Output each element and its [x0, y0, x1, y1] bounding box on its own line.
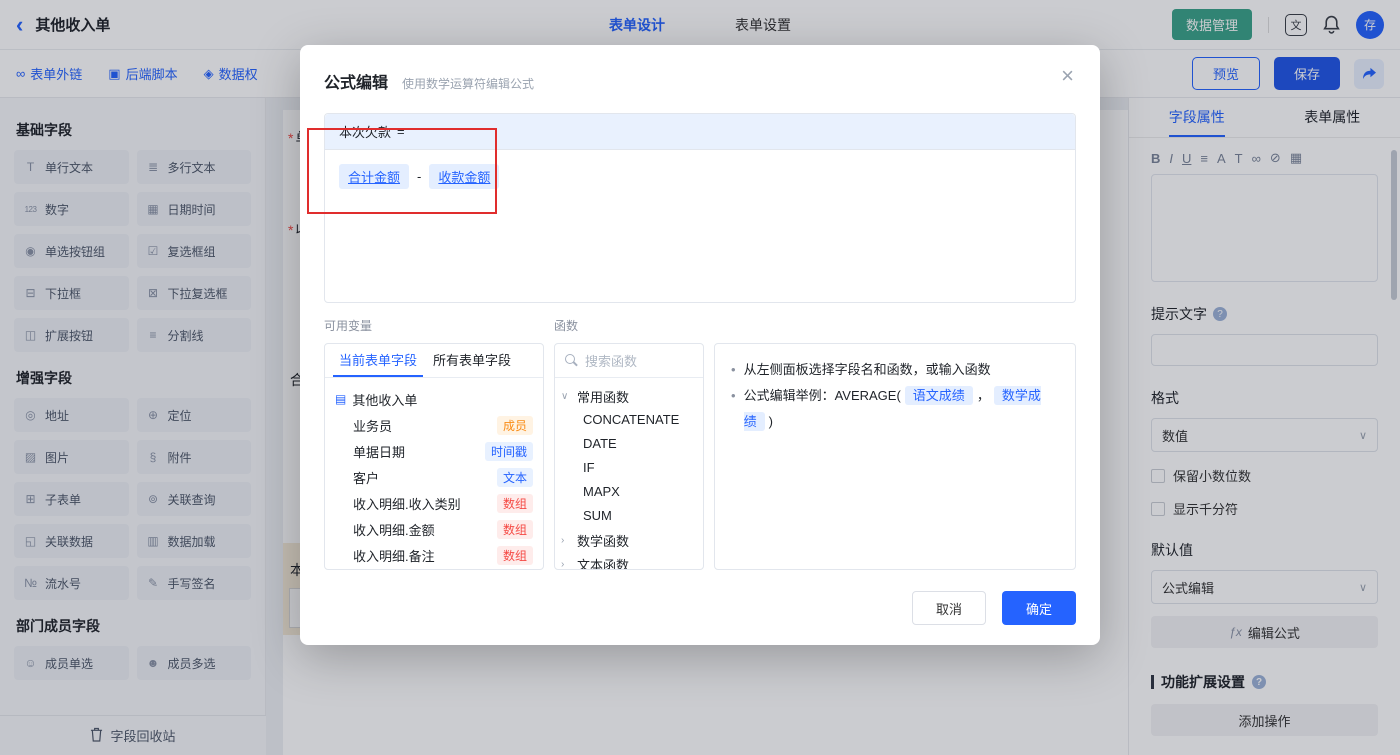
tab-all-form-fields[interactable]: 所有表单字段	[427, 344, 517, 377]
function-group-label: 常用函数	[577, 389, 630, 405]
type-tag: 文本	[496, 467, 533, 487]
variable-name: 客户	[353, 470, 380, 486]
formula-equals: =	[397, 124, 405, 139]
bullet-icon: •	[731, 388, 736, 403]
formula-edit-modal: 公式编辑 使用数学运算符编辑公式 × 本次欠款 = 合计金额 - 收款金额 可用…	[300, 45, 1100, 645]
function-group-common[interactable]: ∨ 常用函数	[561, 384, 697, 408]
variables-label: 可用变量	[324, 319, 373, 333]
variable-row-document-date[interactable]: 单据日期 时间戳	[335, 438, 533, 464]
functions-panel: 搜索函数 ∨ 常用函数 CONCATENATE DATE IF MAPX SUM…	[554, 343, 704, 570]
function-item-mapx[interactable]: MAPX	[561, 480, 697, 504]
variable-row-customer[interactable]: 客户 文本	[335, 464, 533, 490]
confirm-button[interactable]: 确定	[1002, 591, 1076, 625]
modal-title: 公式编辑	[324, 75, 389, 92]
function-group-label: 文本函数	[577, 557, 630, 570]
example-chip-chinese-score: 语文成绩	[904, 386, 973, 405]
function-group-text[interactable]: › 文本函数	[561, 552, 697, 570]
type-tag: 时间戳	[484, 441, 533, 461]
variable-row-income-amount[interactable]: 收入明细.金额 数组	[335, 516, 533, 542]
tree-root-form[interactable]: ▤ 其他收入单	[335, 386, 533, 412]
variable-row-income-category[interactable]: 收入明细.收入类别 数组	[335, 490, 533, 516]
formula-editor[interactable]: 本次欠款 = 合计金额 - 收款金额	[324, 113, 1076, 303]
cancel-button[interactable]: 取消	[912, 591, 986, 625]
variable-row-income-note[interactable]: 收入明细.备注 数组	[335, 542, 533, 568]
function-item-concatenate[interactable]: CONCATENATE	[561, 408, 697, 432]
tips-panel: • 从左侧面板选择字段名和函数，或输入函数 • 公式编辑举例：AVERAGE(语…	[714, 343, 1076, 570]
function-item-sum[interactable]: SUM	[561, 504, 697, 528]
tab-current-form-fields[interactable]: 当前表单字段	[333, 344, 424, 377]
variables-panel: 当前表单字段 所有表单字段 ▤ 其他收入单 业务员 成员 单据日期 时间戳 客户…	[324, 343, 544, 570]
formula-chip-total-amount[interactable]: 合计金额	[339, 164, 410, 189]
chevron-right-icon: ›	[561, 558, 565, 570]
functions-label: 函数	[554, 319, 579, 333]
variable-name: 收入明细.收入类别	[353, 496, 461, 512]
type-tag: 数组	[496, 545, 533, 565]
search-icon	[565, 354, 578, 367]
function-search-placeholder: 搜索函数	[585, 354, 638, 369]
tip-text-2: 公式编辑举例：AVERAGE(语文成绩，数学成绩)	[743, 383, 1059, 435]
formula-target-field: 本次欠款	[339, 125, 392, 140]
formula-target-bar: 本次欠款 =	[325, 114, 1075, 150]
formula-operator: -	[417, 169, 422, 184]
variable-row-salesperson[interactable]: 业务员 成员	[335, 412, 533, 438]
tip-example-comma: ，	[976, 388, 990, 403]
type-tag: 数组	[496, 493, 533, 513]
function-search-input[interactable]: 搜索函数	[555, 344, 703, 378]
chevron-right-icon: ›	[561, 534, 565, 546]
variable-name: 单据日期	[353, 444, 406, 460]
bullet-icon: •	[731, 362, 736, 377]
formula-chip-received-amount[interactable]: 收款金额	[429, 164, 500, 189]
function-item-if[interactable]: IF	[561, 456, 697, 480]
function-item-date[interactable]: DATE	[561, 432, 697, 456]
tree-root-label: 其他收入单	[352, 392, 418, 408]
type-tag: 数组	[496, 519, 533, 539]
form-doc-icon: ▤	[335, 392, 347, 406]
function-group-label: 数学函数	[577, 533, 630, 549]
chevron-down-icon: ∨	[561, 390, 569, 402]
tip-example-suffix: )	[768, 414, 773, 429]
tip-text-1: 从左侧面板选择字段名和函数，或输入函数	[743, 362, 991, 377]
function-group-math[interactable]: › 数学函数	[561, 528, 697, 552]
close-icon[interactable]: ×	[1061, 65, 1074, 87]
variable-name: 收入明细.备注	[353, 548, 435, 564]
type-tag: 成员	[496, 415, 533, 435]
variable-name: 业务员	[353, 418, 393, 434]
modal-subtitle: 使用数学运算符编辑公式	[402, 77, 535, 91]
tip-example-prefix: 公式编辑举例：AVERAGE(	[743, 388, 901, 403]
variable-name: 收入明细.金额	[353, 522, 435, 538]
